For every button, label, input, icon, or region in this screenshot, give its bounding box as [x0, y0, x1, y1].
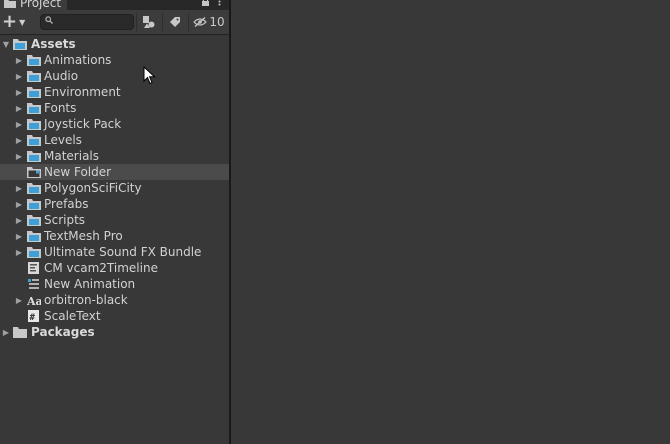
- folder-blue-icon: [27, 119, 41, 130]
- type-filter-icon: [143, 16, 155, 28]
- project-tree: ▼ Assets ▶ Animations ▶ Audio ▶ Environment ▶ F…: [0, 36, 229, 340]
- eye-slash-icon: [193, 17, 208, 27]
- tree-label: Audio: [44, 69, 79, 83]
- folder-blue-icon: [27, 135, 41, 146]
- expand-right-icon[interactable]: ▶: [15, 119, 23, 129]
- tree-row[interactable]: ▶ Fonts: [0, 100, 229, 116]
- project-toolbar: + ▼ 10: [0, 10, 229, 35]
- tree-row[interactable]: ▶ Environment: [0, 84, 229, 100]
- tree-label: Materials: [44, 149, 100, 163]
- tree-label-assets: Assets: [31, 37, 76, 51]
- expand-right-icon[interactable]: ▶: [15, 103, 23, 113]
- timeline-asset-icon: [28, 262, 39, 274]
- search-by-type-button[interactable]: [136, 13, 161, 31]
- tree-label: PolygonSciFiCity: [44, 181, 142, 195]
- hidden-count: 10: [209, 15, 225, 29]
- folder-icon: [4, 0, 16, 8]
- expand-right-icon[interactable]: ▶: [15, 151, 23, 161]
- tree-label: Levels: [44, 133, 82, 147]
- tree-row[interactable]: New Animation: [0, 276, 229, 292]
- tree-row[interactable]: ▶ Levels: [0, 132, 229, 148]
- project-panel: Project + ▼ 10 ▼ Assets ▶ Animations ▶ A…: [0, 0, 229, 444]
- tree-label: Environment: [44, 85, 121, 99]
- tree-row[interactable]: ▶ Animations: [0, 52, 229, 68]
- search-icon: [45, 16, 53, 27]
- folder-blue-icon: [27, 231, 41, 242]
- svg-text:#: #: [30, 313, 36, 322]
- tab-label: Project: [20, 0, 62, 10]
- expand-right-icon[interactable]: ▶: [15, 215, 23, 225]
- search-by-label-button[interactable]: [162, 13, 187, 31]
- tree-row[interactable]: ▶ Aa orbitron-black: [0, 292, 229, 308]
- tree-label: Joystick Pack: [44, 117, 122, 131]
- tree-row[interactable]: # ScaleText: [0, 308, 229, 324]
- folder-icon: [13, 327, 27, 338]
- folder-blue-icon: [27, 87, 41, 98]
- svg-text:Aa: Aa: [27, 295, 41, 306]
- tab-project[interactable]: Project: [0, 0, 68, 10]
- folder-blue-icon: [27, 151, 41, 162]
- plus-icon: +: [2, 11, 18, 32]
- tree-row[interactable]: ▶ TextMesh Pro: [0, 228, 229, 244]
- tree-row-packages[interactable]: ▶ Packages: [0, 324, 229, 340]
- folder-blue-icon: [13, 39, 27, 50]
- tree-label: TextMesh Pro: [44, 229, 123, 243]
- tree-label: Fonts: [44, 101, 77, 115]
- tree-row[interactable]: ▶ Audio: [0, 68, 229, 84]
- tree-row[interactable]: ▶ PolygonSciFiCity: [0, 180, 229, 196]
- tree-row[interactable]: New Folder: [0, 164, 229, 180]
- tree-row[interactable]: ▶ Joystick Pack: [0, 116, 229, 132]
- expand-right-icon[interactable]: ▶: [15, 231, 23, 241]
- tree-row[interactable]: ▶ Prefabs: [0, 196, 229, 212]
- tree-row[interactable]: ▶ Materials: [0, 148, 229, 164]
- tree-row[interactable]: ▶ Scripts: [0, 212, 229, 228]
- expand-right-icon[interactable]: ▶: [15, 87, 23, 97]
- tree-label: New Folder: [44, 165, 112, 179]
- tree-label: Ultimate Sound FX Bundle: [44, 245, 202, 259]
- folder-blue-icon: [27, 247, 41, 258]
- tree-row-assets[interactable]: ▼ Assets: [0, 36, 229, 52]
- expand-right-icon[interactable]: ▶: [15, 135, 23, 145]
- tab-bar: Project: [0, 0, 229, 10]
- tag-icon: [170, 17, 180, 27]
- folder-blue-icon: [27, 55, 41, 66]
- mouse-cursor-icon: [143, 66, 156, 85]
- expand-right-icon[interactable]: ▶: [15, 183, 23, 193]
- tree-label: orbitron-black: [44, 293, 128, 307]
- empty-editor-area: [231, 0, 670, 444]
- expand-right-icon[interactable]: ▶: [15, 55, 23, 65]
- expand-right-icon[interactable]: ▶: [15, 295, 23, 305]
- tree-label: CM vcam2Timeline: [44, 261, 158, 275]
- tree-label: Animations: [44, 53, 112, 67]
- create-dropdown-button[interactable]: + ▼: [2, 13, 30, 31]
- expand-right-icon[interactable]: ▶: [15, 199, 23, 209]
- csharp-script-icon: #: [28, 310, 39, 322]
- kebab-menu-icon[interactable]: [218, 0, 221, 9]
- empty-folder-icon: [27, 167, 41, 178]
- hidden-packages-toggle[interactable]: 10: [188, 13, 229, 31]
- folder-blue-icon: [27, 199, 41, 210]
- folder-blue-icon: [27, 215, 41, 226]
- tree-label-packages: Packages: [31, 325, 95, 339]
- tree-label: Scripts: [44, 213, 86, 227]
- tree-label: ScaleText: [44, 309, 101, 323]
- tree-label: New Animation: [44, 277, 136, 291]
- search-input[interactable]: [40, 14, 134, 30]
- animation-clip-icon: [28, 279, 39, 289]
- folder-blue-icon: [27, 103, 41, 114]
- tree-row[interactable]: CM vcam2Timeline: [0, 260, 229, 276]
- lock-icon[interactable]: [201, 0, 210, 9]
- tree-row[interactable]: ▶ Ultimate Sound FX Bundle: [0, 244, 229, 260]
- tree-label: Prefabs: [44, 197, 89, 211]
- expand-right-icon[interactable]: ▶: [15, 247, 23, 257]
- expand-down-icon[interactable]: ▼: [2, 39, 10, 49]
- folder-blue-icon: [27, 183, 41, 194]
- chevron-down-icon: ▼: [19, 17, 26, 27]
- font-asset-icon: Aa: [27, 295, 41, 306]
- expand-right-icon[interactable]: ▶: [15, 71, 23, 81]
- expand-right-icon[interactable]: ▶: [2, 327, 10, 337]
- folder-blue-icon: [27, 71, 41, 82]
